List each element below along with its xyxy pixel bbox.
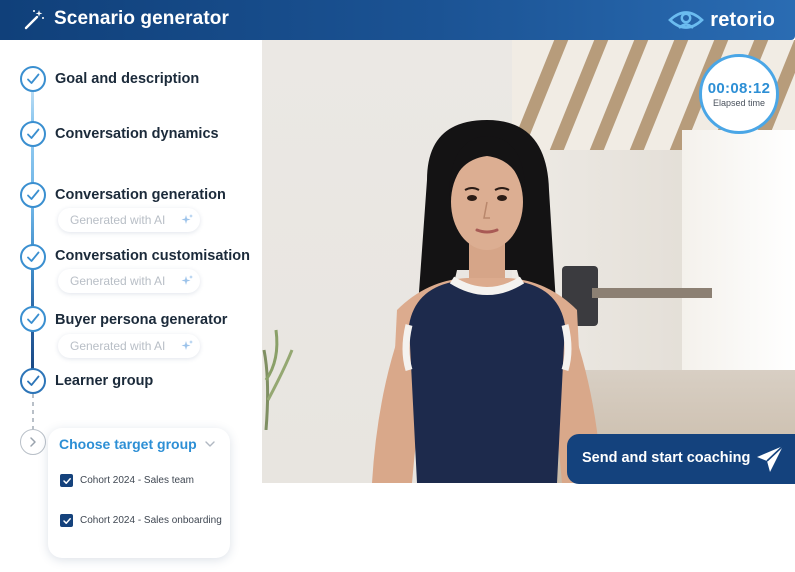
dropdown-title: Choose target group bbox=[59, 436, 197, 452]
step-conversation-customisation[interactable]: Conversation customisation bbox=[55, 248, 250, 264]
dropdown-header[interactable]: Choose target group bbox=[59, 436, 217, 452]
paper-plane-icon bbox=[757, 445, 784, 472]
ai-chip-label: Generated with AI bbox=[70, 274, 166, 288]
chevron-down-icon[interactable] bbox=[203, 437, 217, 451]
option-label: Cohort 2024 - Sales onboarding bbox=[80, 515, 222, 526]
pending-connector bbox=[32, 394, 34, 430]
step-complete-check-icon bbox=[20, 368, 46, 394]
sparkle-icon bbox=[181, 340, 193, 350]
option-label: Cohort 2024 - Sales team bbox=[80, 475, 194, 486]
send-button-label: Send and start coaching bbox=[582, 450, 751, 466]
sparkle-icon bbox=[181, 214, 193, 224]
step-goal-and-description[interactable]: Goal and description bbox=[55, 71, 199, 87]
step-complete-check-icon bbox=[20, 306, 46, 332]
scenario-generator-app: Scenario generator retorio Goal and desc… bbox=[0, 0, 795, 572]
chevron-right-icon[interactable] bbox=[20, 429, 46, 455]
step-complete-check-icon bbox=[20, 182, 46, 208]
step-conversation-dynamics[interactable]: Conversation dynamics bbox=[55, 126, 219, 142]
ai-chip-label: Generated with AI bbox=[70, 339, 166, 353]
ai-chip-label: Generated with AI bbox=[70, 213, 166, 227]
elapsed-timer: 00:08:12 Elapsed time bbox=[699, 54, 779, 134]
eye-logo-icon bbox=[668, 11, 705, 29]
checkbox-checked[interactable] bbox=[60, 514, 73, 527]
sparkle-icon bbox=[181, 275, 193, 285]
option-sales-team[interactable]: Cohort 2024 - Sales team bbox=[60, 474, 194, 487]
background-window bbox=[682, 130, 795, 410]
page-title: Scenario generator bbox=[54, 8, 229, 29]
generated-with-ai-chip: Generated with AI bbox=[58, 334, 200, 358]
brand: retorio bbox=[668, 7, 775, 33]
magic-wand-icon bbox=[24, 10, 44, 30]
step-complete-check-icon bbox=[20, 244, 46, 270]
brand-name: retorio bbox=[710, 8, 775, 31]
header-bar: Scenario generator retorio bbox=[0, 0, 795, 40]
step-buyer-persona-generator[interactable]: Buyer persona generator bbox=[55, 312, 227, 328]
timer-label: Elapsed time bbox=[712, 98, 766, 108]
timer-value: 00:08:12 bbox=[707, 80, 771, 97]
target-group-dropdown[interactable]: Choose target group Cohort 2024 - Sales … bbox=[48, 428, 230, 558]
option-sales-onboarding[interactable]: Cohort 2024 - Sales onboarding bbox=[60, 514, 222, 527]
step-complete-check-icon bbox=[20, 66, 46, 92]
generated-with-ai-chip: Generated with AI bbox=[58, 269, 200, 293]
step-connector bbox=[31, 92, 34, 122]
step-conversation-generation[interactable]: Conversation generation bbox=[55, 187, 226, 203]
checkbox-checked[interactable] bbox=[60, 474, 73, 487]
background-plant bbox=[262, 329, 294, 430]
step-learner-group[interactable]: Learner group bbox=[55, 373, 153, 389]
generated-with-ai-chip: Generated with AI bbox=[58, 208, 200, 232]
send-and-start-coaching-button[interactable]: Send and start coaching bbox=[567, 434, 795, 484]
step-complete-check-icon bbox=[20, 121, 46, 147]
presenter-avatar bbox=[372, 120, 602, 483]
